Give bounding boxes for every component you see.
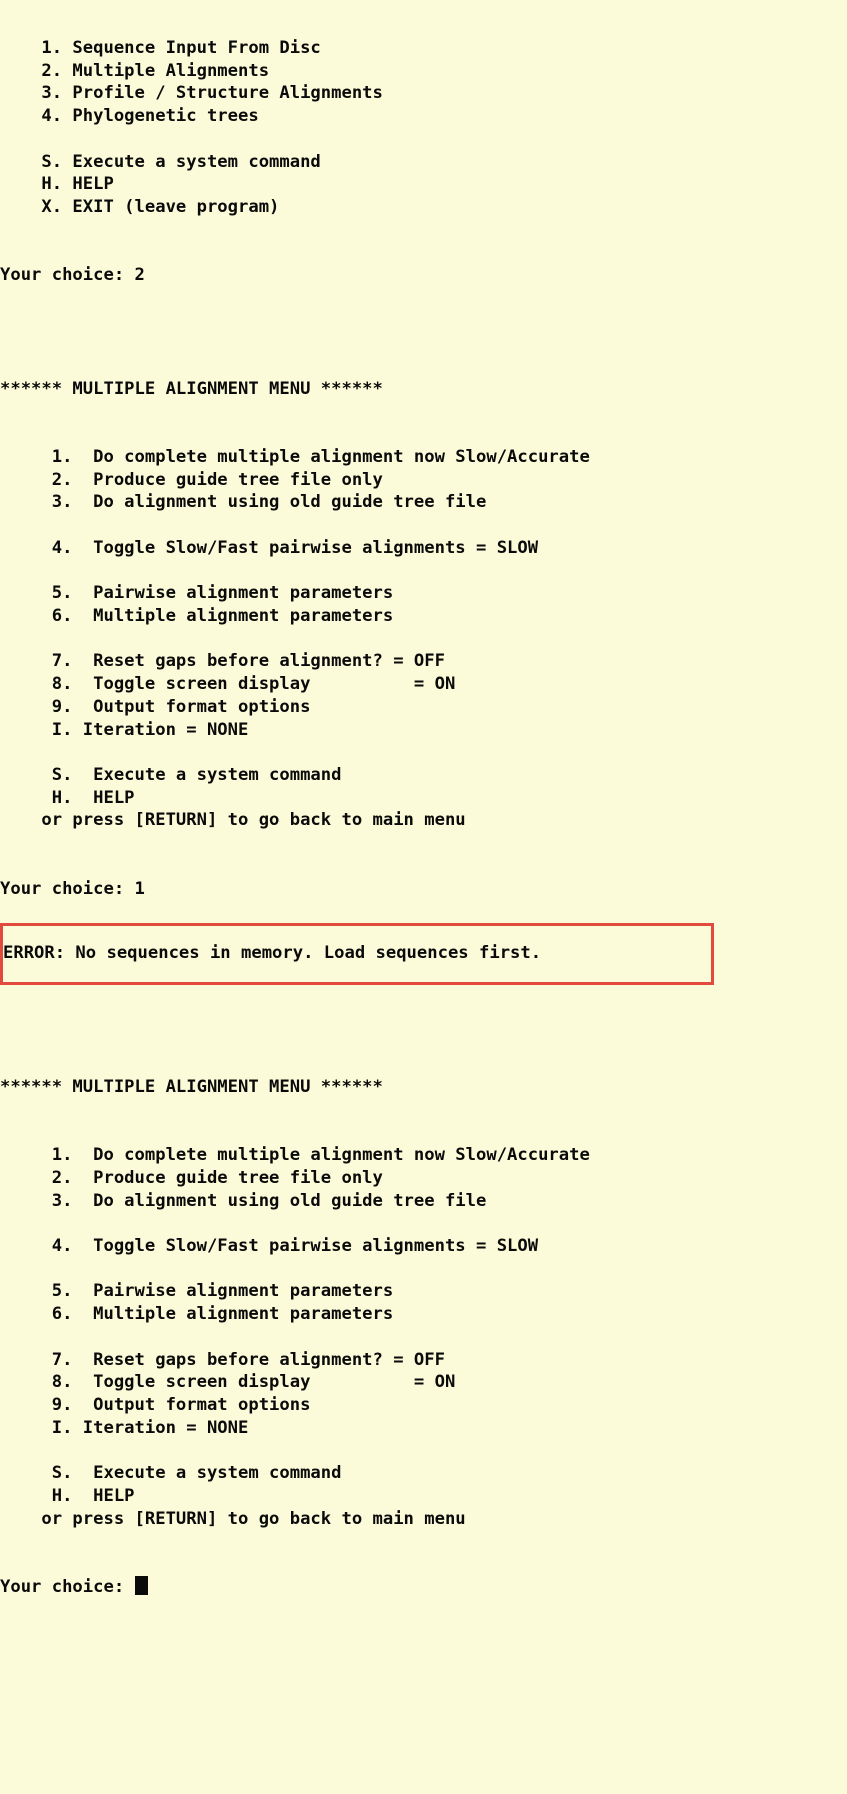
alignment-menu-2-item-system-command[interactable]: S. Execute a system command [0, 1462, 847, 1485]
alignment-menu-2-item-2[interactable]: 2. Produce guide tree file only [0, 1167, 847, 1190]
alignment-menu-item-5[interactable]: 5. Pairwise alignment parameters [0, 582, 847, 605]
alignment-menu-item-1[interactable]: 1. Do complete multiple alignment now Sl… [0, 446, 847, 469]
alignment-menu-item-8[interactable]: 8. Toggle screen display = ON [0, 673, 847, 696]
terminal-window: 1. Sequence Input From Disc 2. Multiple … [0, 0, 847, 1794]
alignment-menu-item-help[interactable]: H. HELP [0, 787, 847, 810]
text-cursor [134, 1575, 149, 1595]
alignment-menu-2-item-iteration[interactable]: I. Iteration = NONE [0, 1417, 847, 1440]
alignment-menu-2-item-7[interactable]: 7. Reset gaps before alignment? = OFF [0, 1349, 847, 1372]
alignment-menu-2-item-5[interactable]: 5. Pairwise alignment parameters [0, 1280, 847, 1303]
alignment-menu-item-2[interactable]: 2. Produce guide tree file only [0, 469, 847, 492]
alignment-menu-2-item-help[interactable]: H. HELP [0, 1485, 847, 1508]
main-menu-item-2[interactable]: 2. Multiple Alignments [0, 60, 847, 83]
alignment-menu-item-return[interactable]: or press [RETURN] to go back to main men… [0, 809, 847, 832]
alignment-menu-prompt: Your choice: 1 [0, 878, 145, 899]
main-menu-item-system-command[interactable]: S. Execute a system command [0, 151, 847, 174]
main-menu-item-exit[interactable]: X. EXIT (leave program) [0, 196, 847, 219]
main-menu-item-4[interactable]: 4. Phylogenetic trees [0, 105, 847, 128]
main-menu-item-1[interactable]: 1. Sequence Input From Disc [0, 37, 847, 60]
alignment-menu-item-7[interactable]: 7. Reset gaps before alignment? = OFF [0, 650, 847, 673]
alignment-menu-header-2: ****** MULTIPLE ALIGNMENT MENU ****** [0, 1076, 383, 1097]
alignment-menu-item-9[interactable]: 9. Output format options [0, 696, 847, 719]
alignment-menu-header: ****** MULTIPLE ALIGNMENT MENU ****** [0, 378, 383, 399]
terminal-screen: 1. Sequence Input From Disc 2. Multiple … [0, 0, 847, 1598]
alignment-menu-2-item-8[interactable]: 8. Toggle screen display = ON [0, 1371, 847, 1394]
alignment-menu-2-item-6[interactable]: 6. Multiple alignment parameters [0, 1303, 847, 1326]
main-menu-item-help[interactable]: H. HELP [0, 173, 847, 196]
alignment-menu-2-item-1[interactable]: 1. Do complete multiple alignment now Sl… [0, 1144, 847, 1167]
alignment-menu-2-item-9[interactable]: 9. Output format options [0, 1394, 847, 1417]
command-prompt-label: Your choice: [0, 1576, 135, 1597]
error-message-text: ERROR: No sequences in memory. Load sequ… [3, 943, 542, 964]
main-menu-item-3[interactable]: 3. Profile / Structure Alignments [0, 82, 847, 105]
alignment-menu-2-item-4[interactable]: 4. Toggle Slow/Fast pairwise alignments … [0, 1235, 847, 1258]
alignment-menu-2-item-return[interactable]: or press [RETURN] to go back to main men… [0, 1508, 847, 1531]
alignment-menu-item-3[interactable]: 3. Do alignment using old guide tree fil… [0, 491, 847, 514]
main-menu-prompt: Your choice: 2 [0, 265, 145, 286]
alignment-menu-item-system-command[interactable]: S. Execute a system command [0, 764, 847, 787]
command-prompt-line[interactable]: Your choice: [0, 1575, 847, 1599]
alignment-menu-item-iteration[interactable]: I. Iteration = NONE [0, 719, 847, 742]
alignment-menu-item-6[interactable]: 6. Multiple alignment parameters [0, 605, 847, 628]
alignment-menu-2-item-3[interactable]: 3. Do alignment using old guide tree fil… [0, 1190, 847, 1213]
alignment-menu-item-4[interactable]: 4. Toggle Slow/Fast pairwise alignments … [0, 537, 847, 560]
error-message-box: ERROR: No sequences in memory. Load sequ… [0, 923, 714, 986]
